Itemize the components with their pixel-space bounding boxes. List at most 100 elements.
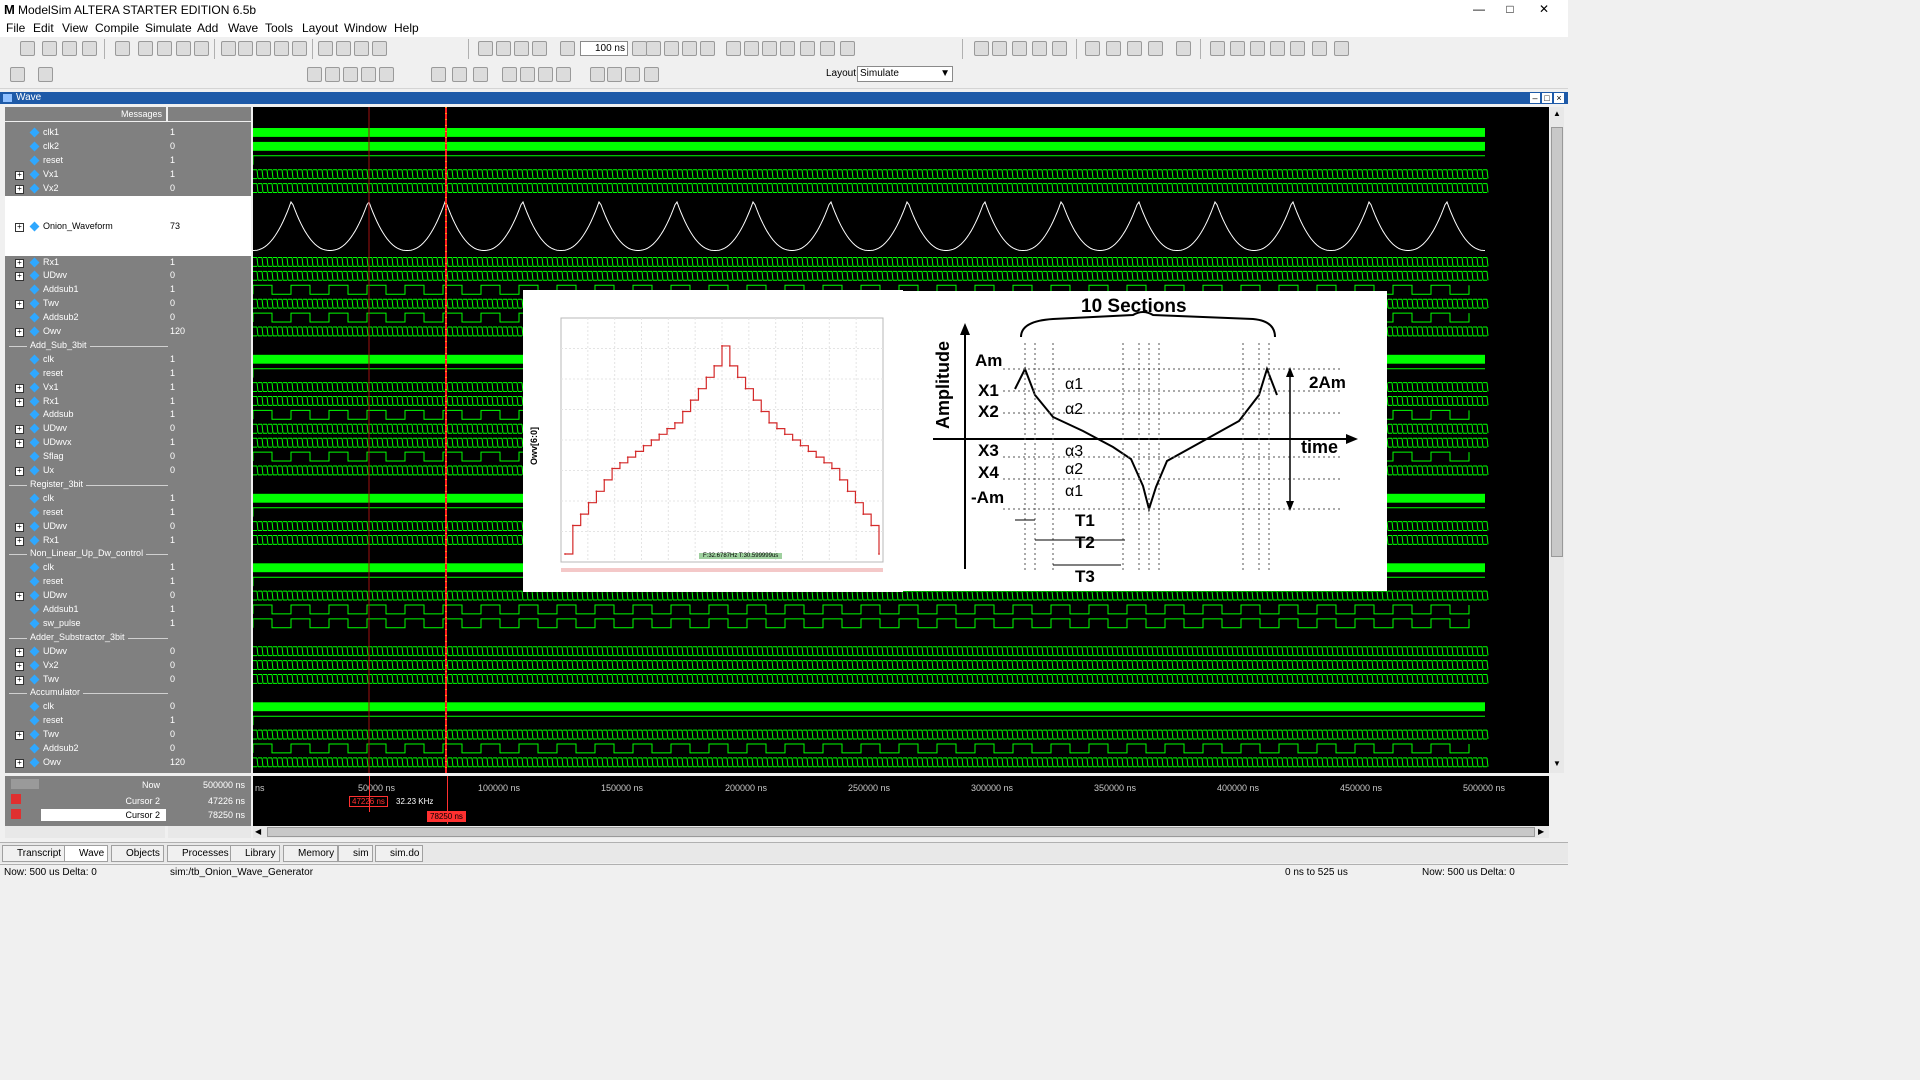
break-icon[interactable] [478,41,493,56]
tab-memory[interactable]: Memory [283,845,339,862]
cursor2-tag[interactable]: 78250 ns [427,811,466,822]
menu-help[interactable]: Help [394,21,419,35]
tab-sim[interactable]: sim [338,845,373,862]
step-out-icon[interactable] [762,41,777,56]
compile-out-of-date-icon[interactable] [82,41,97,56]
vertical-scrollbar[interactable]: ▲ ▼ [1550,107,1564,773]
expand-icon[interactable]: + [15,184,24,194]
rising-edge-icon[interactable] [1312,41,1327,56]
menu-compile[interactable]: Compile [95,21,139,35]
expand-icon[interactable] [354,41,369,56]
scroll-right-icon[interactable]: ▶ [1538,827,1544,836]
edit-mode-icon[interactable] [1148,41,1163,56]
close-button[interactable]: ✕ [1530,1,1558,17]
print-icon[interactable] [194,41,209,56]
redo-icon[interactable] [292,41,307,56]
edge-next-icon[interactable] [1250,41,1265,56]
performance-icon[interactable] [800,41,815,56]
undo-icon[interactable] [274,41,289,56]
menu-simulate[interactable]: Simulate [145,21,192,35]
cursor-add-icon[interactable] [431,67,446,82]
back-arrow-icon[interactable] [514,41,529,56]
menu-wave[interactable]: Wave [228,21,258,35]
find-icon[interactable] [318,41,333,56]
zoom-region-icon[interactable] [379,67,394,82]
menu-view[interactable]: View [62,21,88,35]
zoom-out-icon[interactable] [325,67,340,82]
up-arrow-icon[interactable] [496,41,511,56]
compile-selected-icon[interactable] [62,41,77,56]
expand-icon[interactable]: + [15,647,24,657]
tab-objects[interactable]: Objects [111,845,164,862]
expand-icon[interactable]: + [15,661,24,671]
falling-edge-icon[interactable] [1290,41,1305,56]
names-scrollbar[interactable] [5,826,165,838]
doc-search-icon[interactable] [1032,41,1047,56]
tab-library[interactable]: Library [230,845,280,862]
memory-profile-icon[interactable] [820,41,835,56]
copy-icon[interactable] [238,41,253,56]
horizontal-scroll-thumb[interactable] [267,827,1535,837]
expand-icon[interactable]: + [15,397,24,407]
split-icon[interactable] [10,67,25,82]
expand-icon[interactable]: + [15,328,24,337]
continue-run-icon[interactable] [664,41,679,56]
zoom-mode-icon[interactable] [1106,41,1121,56]
expand-icon[interactable]: + [15,675,24,685]
wave-edit-icon[interactable] [1052,41,1067,56]
expand-icon[interactable]: + [15,522,24,532]
edge-prev-icon[interactable] [1230,41,1245,56]
new-file-icon[interactable] [115,41,130,56]
vertical-scroll-thumb[interactable] [1551,127,1563,557]
expand-icon[interactable]: + [15,439,24,449]
expand-icon[interactable]: + [15,731,24,741]
run-length-input[interactable]: 100 ns [580,41,628,56]
expand-icon[interactable]: + [15,170,24,180]
menu-file[interactable]: File [6,21,25,35]
compare-3-icon[interactable] [625,67,640,82]
compile-icon[interactable] [20,41,35,56]
panel-close-icon[interactable]: × [1554,93,1564,103]
step-back-icon[interactable] [780,41,795,56]
delete-icon[interactable] [974,41,989,56]
any-edge-icon[interactable] [1334,41,1349,56]
format-4-icon[interactable] [556,67,571,82]
horizontal-scrollbar[interactable]: ◀ ▶ [253,826,1549,838]
menu-layout[interactable]: Layout [302,21,338,35]
select-pointer-icon[interactable] [1085,41,1100,56]
expand-icon[interactable]: + [15,272,24,282]
edge-last-icon[interactable] [1270,41,1285,56]
compare-icon[interactable] [590,67,605,82]
format-icon[interactable] [502,67,517,82]
forward-arrow-icon[interactable] [532,41,547,56]
step-icon[interactable] [726,41,741,56]
restart-icon[interactable] [560,41,575,56]
expand-icon[interactable]: + [15,222,24,232]
collapse-icon[interactable] [336,41,351,56]
compare-2-icon[interactable] [607,67,622,82]
scroll-left-icon[interactable]: ◀ [255,827,261,836]
menu-window[interactable]: Window [344,21,387,35]
run-icon[interactable] [646,41,661,56]
menu-edit[interactable]: Edit [33,21,54,35]
layout-icon[interactable] [38,67,53,82]
expand-icon[interactable]: + [15,425,24,435]
hand-icon[interactable] [840,41,855,56]
edge-first-icon[interactable] [1210,41,1225,56]
scroll-down-icon[interactable]: ▼ [1551,759,1563,771]
step-over-icon[interactable] [744,41,759,56]
open-icon[interactable] [138,41,153,56]
tab-transcript[interactable]: Transcript [2,845,66,862]
tab-sim-do[interactable]: sim.do [375,845,424,862]
tab-wave[interactable]: Wave [64,845,109,862]
maximize-button[interactable]: □ [1496,1,1524,17]
minimize-button[interactable]: — [1465,1,1493,17]
expand-icon[interactable]: + [15,536,24,546]
expand-icon[interactable]: + [15,758,24,768]
layout-select[interactable]: Simulate ▼ [857,66,953,82]
save-icon[interactable] [157,41,172,56]
compile-all-icon[interactable] [42,41,57,56]
expand-icon[interactable]: + [15,592,24,602]
format-3-icon[interactable] [538,67,553,82]
tab-processes[interactable]: Processes [167,845,233,862]
